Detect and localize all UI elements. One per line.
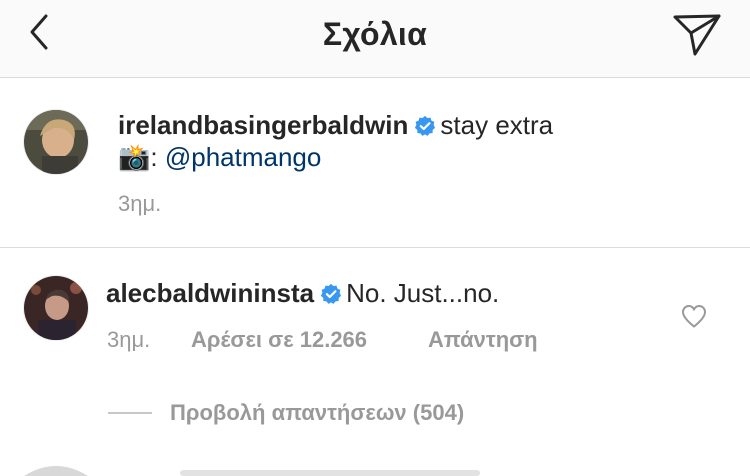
caption-timestamp: 3ημ. — [118, 191, 162, 216]
mention-link[interactable]: @phatmango — [165, 142, 322, 172]
page-title: Σχόλια — [322, 16, 428, 52]
comment-likes-count[interactable]: Αρέσει σε 12.266 — [191, 327, 367, 353]
caption-colon: : — [150, 142, 158, 172]
like-comment-button[interactable] — [680, 303, 708, 329]
caption-second-line: 📸: @phatmango — [118, 141, 321, 173]
reply-button[interactable]: Απάντηση — [428, 327, 538, 353]
view-replies-button[interactable]: Προβολή απαντήσεων (504) — [108, 398, 464, 428]
comment-line: alecbaldwininsta No. Just...no. — [106, 277, 499, 309]
caption-text: stay extra — [440, 110, 554, 140]
caption-first-line: irelandbasingerbaldwin stay extra — [118, 109, 553, 141]
replies-divider-line — [108, 412, 152, 414]
caption-username[interactable]: irelandbasingerbaldwin — [118, 110, 408, 140]
avatar[interactable] — [24, 110, 88, 174]
verified-badge-icon — [415, 115, 436, 136]
comment-username[interactable]: alecbaldwininsta — [106, 278, 314, 308]
camera-flash-emoji: 📸 — [118, 142, 151, 172]
view-replies-label: Προβολή απαντήσεων (504) — [170, 400, 465, 425]
verified-badge-icon — [320, 283, 342, 304]
paper-plane-icon — [673, 14, 721, 56]
next-comment-partial — [0, 462, 750, 476]
post-caption: irelandbasingerbaldwin stay extra 📸: @pha… — [0, 78, 750, 248]
comment-text: No. Just...no. — [346, 278, 500, 308]
share-button[interactable] — [672, 12, 722, 58]
comment-avatar[interactable] — [24, 276, 88, 340]
comment-timestamp: 3ημ. — [107, 327, 151, 352]
heart-icon — [681, 304, 707, 328]
top-navigation-bar: Σχόλια — [0, 0, 750, 78]
